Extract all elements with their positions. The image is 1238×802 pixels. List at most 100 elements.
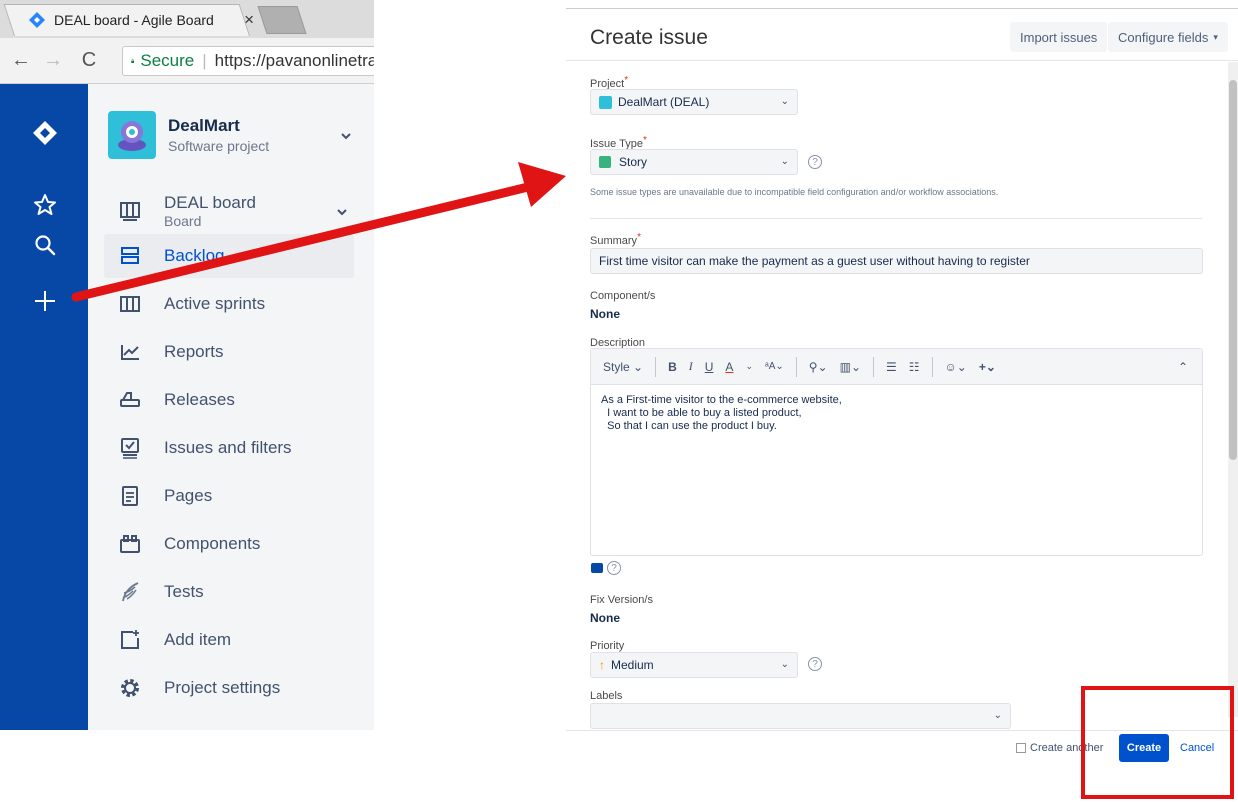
releases-icon: [118, 388, 142, 412]
project-select-value: DealMart (DEAL): [618, 95, 710, 109]
sidebar-item-label: Tests: [164, 582, 204, 601]
sidebar-item-add-item[interactable]: Add item: [104, 618, 354, 662]
board-switcher[interactable]: DEAL board Board: [104, 186, 354, 236]
omnibox-separator: |: [202, 51, 207, 70]
link-icon[interactable]: ⚲⌄: [809, 360, 828, 374]
plus-icon[interactable]: [30, 286, 60, 316]
sidebar-item-project-settings[interactable]: Project settings: [104, 666, 354, 710]
issue-type-value: Story: [619, 155, 648, 169]
backlog-icon: [118, 244, 142, 268]
board-sub: Board: [164, 213, 202, 229]
sidebar-item-pages[interactable]: Pages: [104, 474, 354, 518]
project-select[interactable]: DealMart (DEAL) ⌄: [590, 89, 798, 115]
sidebar-item-active-sprints[interactable]: Active sprints: [104, 282, 354, 326]
bullet-list-icon[interactable]: ☰: [886, 360, 897, 374]
sidebar-item-label: Active sprints: [164, 294, 266, 313]
insert-more-icon[interactable]: +⌄: [979, 360, 996, 374]
add-item-icon: [118, 628, 142, 652]
address-bar-row: ← → C Secure | https://pavanonlinetrai: [0, 38, 374, 84]
project-avatar: [108, 111, 156, 159]
project-switcher[interactable]: DealMart Software project: [108, 108, 358, 162]
story-icon: [599, 156, 611, 168]
dialog-top-border: [566, 8, 1238, 9]
board-text: DEAL board Board: [164, 193, 336, 229]
tab-close-icon[interactable]: ×: [244, 10, 254, 30]
url-text: https://pavanonlinetrai: [214, 51, 374, 70]
jira-logo-icon[interactable]: [30, 118, 60, 148]
emoticon-icon[interactable]: ☺⌄: [945, 360, 967, 374]
style-dropdown[interactable]: Style ⌄: [603, 360, 643, 374]
back-arrow-icon[interactable]: ←: [8, 49, 34, 72]
create-issue-dialog: Create issue Import issues Configure fie…: [566, 0, 1238, 802]
sidebar-item-issues-filters[interactable]: Issues and filters: [104, 426, 354, 470]
tab-title: DEAL board - Agile Board: [54, 12, 214, 28]
labels-label: Labels: [590, 690, 623, 702]
gear-icon: [118, 676, 142, 700]
fix-version-value[interactable]: None: [590, 611, 620, 625]
secure-label: Secure: [140, 51, 195, 70]
numbered-list-icon[interactable]: ☷: [909, 360, 920, 374]
text-size-icon[interactable]: ᵃA⌄: [765, 361, 784, 372]
forward-arrow-icon[interactable]: →: [40, 49, 66, 72]
issues-filters-icon: [118, 436, 142, 460]
components-icon: [118, 532, 142, 556]
project-sidebar: DealMart Software project DEAL board Boa…: [88, 84, 374, 730]
priority-help-icon[interactable]: ?: [808, 657, 822, 671]
chevron-down-icon: ⌄: [780, 659, 789, 670]
sidebar-item-label: Components: [164, 534, 261, 553]
new-tab-button[interactable]: [257, 6, 307, 34]
configure-chevron-icon: ▾: [1213, 31, 1218, 42]
description-line: I want to be able to buy a listed produc…: [601, 407, 802, 419]
project-avatar-small-icon: [599, 95, 612, 109]
tests-icon: [118, 580, 142, 604]
sidebar-item-reports[interactable]: Reports: [104, 330, 354, 374]
component-value[interactable]: None: [590, 307, 620, 321]
section-divider: [590, 218, 1202, 219]
sidebar-item-label: Reports: [164, 342, 224, 361]
priority-select[interactable]: ↑ Medium ⌄: [590, 652, 798, 678]
configure-fields-button[interactable]: Configure fields ▾: [1108, 22, 1228, 52]
italic-icon[interactable]: I: [689, 359, 693, 374]
chevron-down-icon[interactable]: [340, 128, 352, 143]
project-text: DealMart Software project: [168, 116, 340, 154]
priority-label: Priority: [590, 640, 625, 652]
wiki-renderer-icon[interactable]: [591, 563, 603, 573]
scrollbar-thumb[interactable]: [1229, 80, 1237, 460]
project-type: Software project: [168, 138, 270, 154]
issue-type-note: Some issue types are unavailable due to …: [590, 187, 999, 197]
text-color-chevron-icon[interactable]: ⌄: [745, 361, 753, 372]
description-editor: Style ⌄ B I U A ⌄ ᵃA⌄ ⚲⌄ ▥⌄ ☰ ☷ ☺⌄ +⌄ ⌃: [590, 348, 1203, 556]
priority-arrow-up-icon: ↑: [599, 658, 605, 672]
sidebar-item-label: Releases: [164, 390, 235, 409]
description-line: So that I can use the product I buy.: [601, 420, 777, 432]
summary-label: Summary*: [590, 232, 641, 247]
star-icon[interactable]: [30, 190, 60, 220]
underline-icon[interactable]: U: [705, 360, 714, 374]
search-icon[interactable]: [30, 230, 60, 260]
collapse-toolbar-icon[interactable]: ⌃: [1178, 360, 1188, 374]
text-color-icon[interactable]: A: [725, 360, 733, 374]
bold-icon[interactable]: B: [668, 360, 677, 374]
sidebar-item-backlog[interactable]: Backlog: [104, 234, 354, 278]
pages-icon: [118, 484, 142, 508]
board-icon: [118, 199, 142, 223]
issue-type-select[interactable]: Story ⌄: [590, 149, 798, 175]
description-help-icon[interactable]: ?: [607, 561, 621, 575]
summary-input[interactable]: First time visitor can make the payment …: [590, 248, 1203, 274]
lock-icon: [131, 59, 135, 63]
sidebar-item-releases[interactable]: Releases: [104, 378, 354, 422]
board-chevron-down-icon[interactable]: [336, 204, 348, 219]
sidebar-item-tests[interactable]: Tests: [104, 570, 354, 614]
url-input[interactable]: Secure | https://pavanonlinetrai: [122, 46, 374, 76]
attachment-icon[interactable]: ▥⌄: [840, 360, 861, 374]
required-marker: *: [637, 232, 641, 243]
checkbox-box[interactable]: [1016, 743, 1026, 753]
reports-icon: [118, 340, 142, 364]
labels-select[interactable]: ⌄: [590, 703, 1011, 729]
issue-type-help-icon[interactable]: ?: [808, 155, 822, 169]
import-issues-button[interactable]: Import issues: [1010, 22, 1108, 52]
sidebar-item-components[interactable]: Components: [104, 522, 354, 566]
description-textarea[interactable]: As a First-time visitor to the e-commerc…: [591, 386, 1202, 441]
reload-icon[interactable]: C: [76, 49, 102, 72]
toolbar-separator: [655, 356, 657, 377]
